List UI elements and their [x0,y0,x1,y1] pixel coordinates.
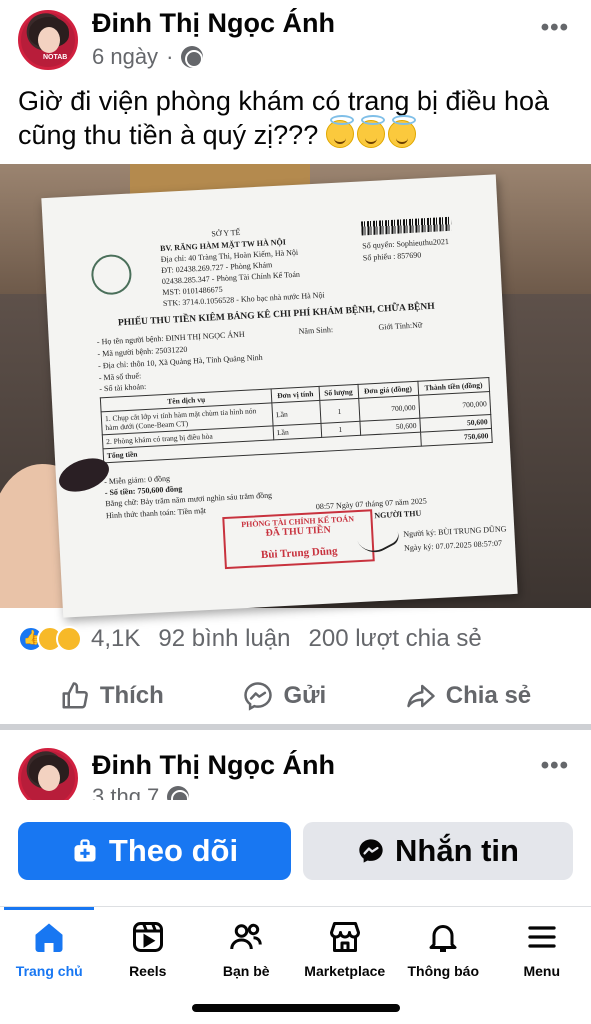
home-icon [35,923,63,952]
reactions-count[interactable]: 4,1K [91,625,140,653]
home-indicator[interactable] [192,1004,400,1012]
cell-price: 700,000 [358,395,420,422]
tab-notifications[interactable]: Thông báo [394,907,493,996]
receipt-ngay-ky: Ngày ký: 07.07.2025 08:57:07 [403,538,503,553]
caption-text: Giờ đi viện phòng khám có trang bị điều … [18,86,550,150]
post-time[interactable]: 6 ngày [92,44,158,70]
profile-cta-bar: Theo dõi Nhắn tin [0,800,591,900]
friends-icon [230,923,262,950]
more-options-icon[interactable]: ••• [541,752,569,780]
message-button[interactable]: Nhắn tin [303,822,573,880]
receipt-hinh-thuc: Hình thức thanh toán: Tiền mặt [105,506,207,521]
menu-icon [528,926,556,948]
receipt-so-phieu: Số phiếu : 857690 [362,250,422,263]
paid-stamp: PHÒNG TÀI CHÍNH KẾ TOÁN ĐÃ THU TIỀN Bùi … [222,509,375,570]
avatar-face [38,765,60,791]
wow-reaction-icon[interactable] [56,626,82,652]
receipt-ma-thue: - Mã số thuế: [98,371,142,383]
thumbs-up-icon [62,682,88,709]
tab-label: Bạn bè [222,963,270,979]
active-tab-indicator [4,907,94,910]
tab-label: Reels [129,963,167,979]
receipt-gioi-tinh: Giới Tính:Nữ [378,320,423,332]
receipt-so-tk: - Số tài khoản: [99,381,147,394]
hospital-logo-icon [90,253,133,296]
receipt-nguoi-ky: Người ký: BÙI TRUNG DŨNG [403,524,507,539]
receipt-table: Tên dịch vụ Đơn vị tính Số lượng Đơn giá… [100,377,493,463]
messenger-icon [359,839,383,863]
bottom-tab-bar: Trang chủ Reels Bạn bè Marketplace Thông… [0,906,591,996]
messenger-icon [244,682,273,711]
like-button[interactable]: Thích [60,681,164,711]
post-meta: 6 ngày · [92,44,204,70]
avatar[interactable] [18,748,78,800]
more-options-icon[interactable]: ••• [541,14,569,42]
like-label: Thích [99,682,164,709]
post-caption: Giờ đi viện phòng khám có trang bị điều … [18,84,578,152]
receipt-nguoi-thu: NGƯỜI THU [374,508,422,521]
receipt-patient: - Họ tên người bệnh: ĐINH THỊ NGỌC ÁNH [96,329,245,347]
cell-qty: 1 [319,398,360,424]
halo-smile-emoji-icon [356,115,385,148]
avatar[interactable]: NOTAB [18,10,78,70]
post-meta: 3 thg 7 [92,784,190,800]
receipt-ma-nb: - Mã người bệnh: 25031220 [97,344,188,359]
send-label: Gửi [283,682,327,709]
avatar-face [38,27,60,53]
tab-marketplace[interactable]: Marketplace [296,907,395,996]
halo-smile-emoji-icon [325,115,354,148]
share-arrow-icon [407,684,435,708]
author-name[interactable]: Đinh Thị Ngọc Ánh [92,8,335,39]
stamp-name: Bùi Trung Dũng [260,545,338,562]
follow-label: Theo dõi [108,833,239,868]
avatar-tag: NOTAB [43,54,68,61]
receipt-paper: SỞ Y TẾ BV. RĂNG HÀM MẶT TW HÀ NỘI Địa c… [41,174,518,618]
tab-label: Marketplace [304,963,386,979]
message-label: Nhắn tin [395,833,519,868]
tab-menu[interactable]: Menu [493,907,591,996]
reels-icon [132,922,163,952]
tab-label: Trang chủ [15,963,83,979]
receipt-header-1: SỞ Y TẾ [211,227,241,239]
barcode-icon [360,216,452,236]
follow-button[interactable]: Theo dõi [18,822,291,880]
feed-divider [0,724,591,730]
globe-icon [167,786,190,800]
total-value: 750,600 [420,428,493,447]
author-name[interactable]: Đinh Thị Ngọc Ánh [92,750,335,781]
tab-friends[interactable]: Bạn bè [197,907,296,996]
tab-label: Menu [523,963,561,979]
post-actions: Thích Gửi Chia sẻ [0,672,591,720]
meta-separator: · [166,44,174,69]
globe-icon [181,46,204,68]
receipt-nam-sinh: Năm Sinh: [298,325,334,336]
comments-count[interactable]: 92 bình luận [158,625,290,653]
send-button[interactable]: Gửi [243,681,326,711]
receipt-header-6: MST: 0101486675 [162,284,223,297]
tab-home[interactable]: Trang chủ [0,907,99,996]
post-time[interactable]: 3 thg 7 [92,784,159,800]
tab-reels[interactable]: Reels [99,907,198,996]
marketplace-icon [329,922,360,952]
post-header: NOTAB Đinh Thị Ngọc Ánh 6 ngày · ••• [0,0,591,78]
tab-label: Thông báo [407,963,480,979]
receipt-quyen: Số quyển: Sophieuthu2021 [362,236,450,251]
share-label: Chia sẻ [445,682,532,709]
next-post-header: Đinh Thị Ngọc Ánh 3 thg 7 ••• [0,740,591,800]
halo-smile-emoji-icon [387,115,416,148]
bell-icon [429,925,457,952]
shares-count[interactable]: 200 lượt chia sẻ [309,625,482,653]
follow-icon [74,839,96,862]
post-stats: 4,1K 92 bình luận 200 lượt chia sẻ [0,614,591,664]
share-button[interactable]: Chia sẻ [406,681,531,711]
cell-unit: Lần [272,400,321,426]
